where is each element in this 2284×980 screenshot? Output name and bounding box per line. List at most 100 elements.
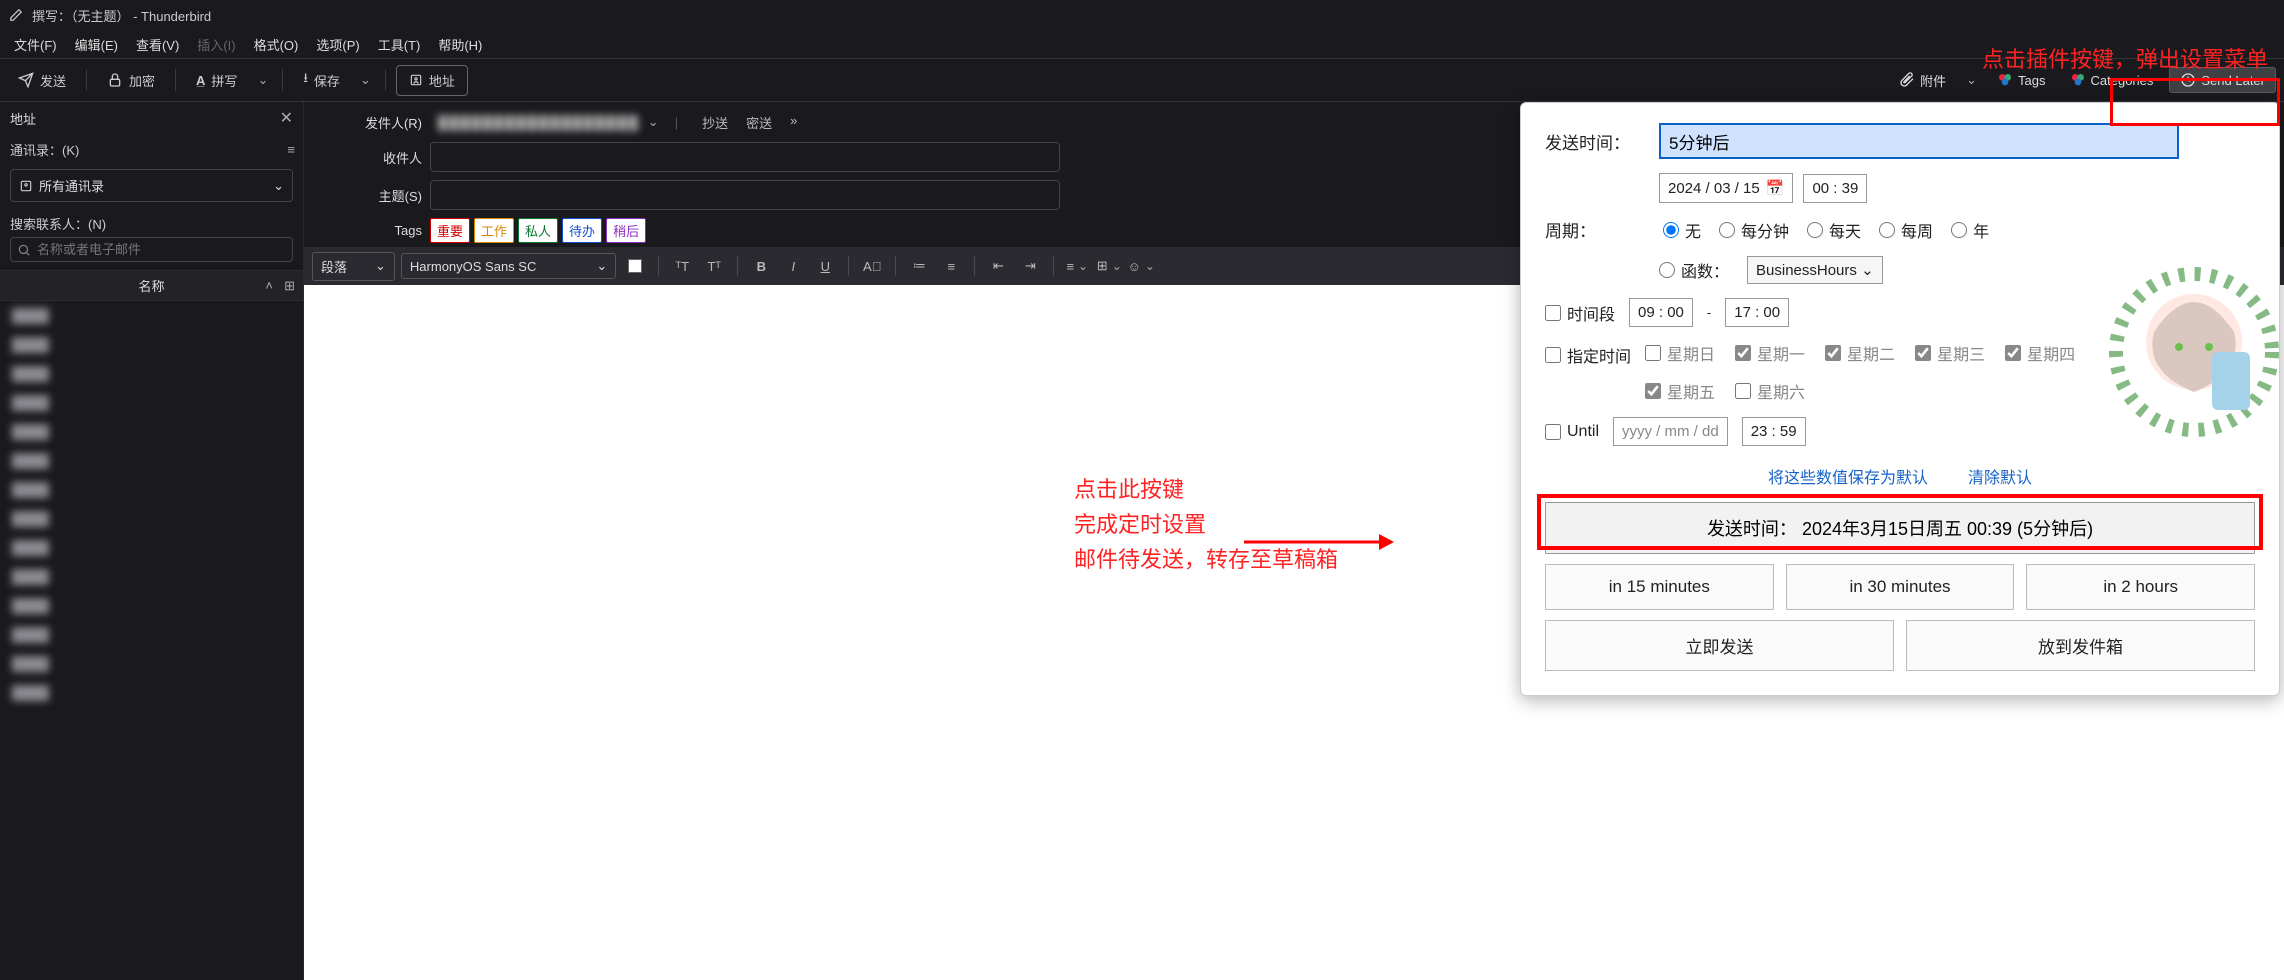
contact-item[interactable]: ████ [0, 620, 303, 649]
recur-week[interactable]: 每周 [1879, 218, 1933, 242]
contacts-header[interactable]: 名称 ˄ ⊞ [0, 270, 303, 301]
attach-dropdown[interactable]: ⌄ [1962, 72, 1981, 88]
outdent-button[interactable]: ⇤ [985, 253, 1011, 279]
recur-day[interactable]: 每天 [1807, 218, 1861, 242]
search-contacts-field[interactable] [10, 237, 293, 262]
quick-30min-button[interactable]: in 30 minutes [1786, 564, 2015, 610]
day-checkbox[interactable]: 星期一 [1735, 341, 1805, 365]
slot-from-input[interactable]: 09 : 00 [1629, 298, 1693, 327]
recur-none[interactable]: 无 [1663, 218, 1701, 242]
send-time-input[interactable] [1659, 123, 2179, 159]
font-size-dec[interactable]: ᵀT [669, 253, 695, 279]
tag-chip[interactable]: 私人 [518, 218, 558, 243]
tags-button[interactable]: Tags [1989, 67, 2053, 93]
tag-chip[interactable]: 稍后 [606, 218, 646, 243]
func-select[interactable]: BusinessHours ⌄ [1747, 256, 1883, 284]
numbered-list-button[interactable]: ≡ [938, 253, 964, 279]
underline-button[interactable]: U [812, 253, 838, 279]
send-now-button[interactable]: 立即发送 [1545, 620, 1894, 671]
recur-year[interactable]: 年 [1951, 218, 1989, 242]
menu-format[interactable]: 格式(O) [246, 32, 307, 57]
contact-item[interactable]: ████ [0, 649, 303, 678]
menu-file[interactable]: 文件(F) [6, 32, 65, 57]
quick-15min-button[interactable]: in 15 minutes [1545, 564, 1774, 610]
until-date-input[interactable]: yyyy / mm / dd [1613, 417, 1728, 446]
menu-help[interactable]: 帮助(H) [430, 32, 490, 57]
insert-button[interactable]: ⊞ [1096, 253, 1122, 279]
recur-func[interactable]: 函数： [1659, 258, 1729, 282]
contact-item[interactable]: ████ [0, 533, 303, 562]
italic-button[interactable]: I [780, 253, 806, 279]
day-checkbox[interactable]: 星期日 [1645, 341, 1715, 365]
indent-button[interactable]: ⇥ [1017, 253, 1043, 279]
contact-item[interactable]: ████ [0, 417, 303, 446]
bcc-button[interactable]: 密送 [746, 113, 772, 132]
contact-item[interactable]: ████ [0, 591, 303, 620]
contact-item[interactable]: ████ [0, 678, 303, 707]
menu-tools[interactable]: 工具(T) [370, 32, 429, 57]
tag-chip[interactable]: 重要 [430, 218, 470, 243]
contact-item[interactable]: ████ [0, 504, 303, 533]
day-checkbox[interactable]: 星期二 [1825, 341, 1895, 365]
cc-button[interactable]: 抄送 [702, 113, 728, 132]
from-selector[interactable]: ██████████████████ ⌄ [430, 110, 667, 134]
contact-item[interactable]: ████ [0, 388, 303, 417]
tag-chip[interactable]: 待办 [562, 218, 602, 243]
contact-item[interactable]: ████ [0, 359, 303, 388]
attach-button[interactable]: 附件 [1891, 66, 1954, 95]
color-button[interactable] [622, 253, 648, 279]
day-checkbox[interactable]: 星期三 [1915, 341, 1985, 365]
columns-icon[interactable]: ⊞ [284, 278, 295, 294]
menu-edit[interactable]: 编辑(E) [67, 32, 126, 57]
sidebar-close-icon[interactable]: ✕ [280, 108, 293, 128]
until-time-input[interactable]: 23 : 59 [1742, 417, 1806, 446]
send-date-input[interactable]: 2024 / 03 / 15 📅 [1659, 173, 1793, 203]
menu-view[interactable]: 查看(V) [128, 32, 187, 57]
until-checkbox[interactable]: Until [1545, 423, 1599, 441]
slot-to-input[interactable]: 17 : 00 [1725, 298, 1789, 327]
encrypt-button[interactable]: 加密 [97, 65, 165, 96]
bulleted-list-button[interactable]: ≔ [906, 253, 932, 279]
address-button[interactable]: 地址 [396, 65, 468, 96]
subject-input[interactable] [430, 180, 1060, 210]
clear-format-button[interactable]: A⃠ [859, 253, 885, 279]
clear-defaults-link[interactable]: 清除默认 [1968, 464, 2032, 488]
specify-days-checkbox[interactable]: 指定时间 [1545, 343, 1631, 367]
more-recipients-button[interactable]: » [790, 113, 797, 132]
send-later-button[interactable]: Send Later [2169, 67, 2276, 93]
put-outbox-button[interactable]: 放到发件箱 [1906, 620, 2255, 671]
sort-icon[interactable]: ˄ [265, 278, 273, 293]
align-button[interactable]: ≡ [1064, 253, 1090, 279]
font-select[interactable]: HarmonyOS Sans SC⌄ [401, 253, 616, 279]
quick-2h-button[interactable]: in 2 hours [2026, 564, 2255, 610]
contact-item[interactable]: ████ [0, 475, 303, 504]
bold-button[interactable]: B [748, 253, 774, 279]
paragraph-select[interactable]: 段落⌄ [312, 252, 395, 281]
save-dropdown[interactable]: ⌄ [356, 72, 375, 88]
contact-item[interactable]: ████ [0, 562, 303, 591]
menu-option[interactable]: 选项(P) [308, 32, 367, 57]
emoji-button[interactable]: ☺ [1128, 253, 1154, 279]
send-button[interactable]: 发送 [8, 65, 76, 96]
day-checkbox[interactable]: 星期六 [1735, 379, 1805, 403]
schedule-send-button[interactable]: 发送时间： 2024年3月15日周五 00:39 (5分钟后) [1545, 502, 2255, 554]
spell-dropdown[interactable]: ⌄ [253, 72, 272, 88]
search-contacts-input[interactable] [37, 242, 286, 257]
spellcheck-button[interactable]: A̲ 拼写 [186, 65, 247, 96]
tag-chip[interactable]: 工作 [474, 218, 514, 243]
timeslot-checkbox[interactable]: 时间段 [1545, 301, 1615, 325]
day-checkbox[interactable]: 星期四 [2005, 341, 2075, 365]
addressbook-menu-icon[interactable]: ≡ [287, 142, 293, 157]
day-checkbox[interactable]: 星期五 [1645, 379, 1715, 403]
save-defaults-link[interactable]: 将这些数值保存为默认 [1768, 464, 1928, 488]
contact-item[interactable]: ████ [0, 301, 303, 330]
categories-button[interactable]: Categories [2062, 67, 2162, 93]
addressbook-select[interactable]: 所有通讯录 ⌄ [10, 169, 293, 202]
font-size-inc[interactable]: Tᵀ [701, 253, 727, 279]
send-time-clock-input[interactable]: 00 : 39 [1803, 174, 1867, 203]
recur-min[interactable]: 每分钟 [1719, 218, 1789, 242]
save-button[interactable]: ⭳ 保存 [293, 63, 350, 97]
contact-item[interactable]: ████ [0, 330, 303, 359]
to-input[interactable] [430, 142, 1060, 172]
contact-item[interactable]: ████ [0, 446, 303, 475]
